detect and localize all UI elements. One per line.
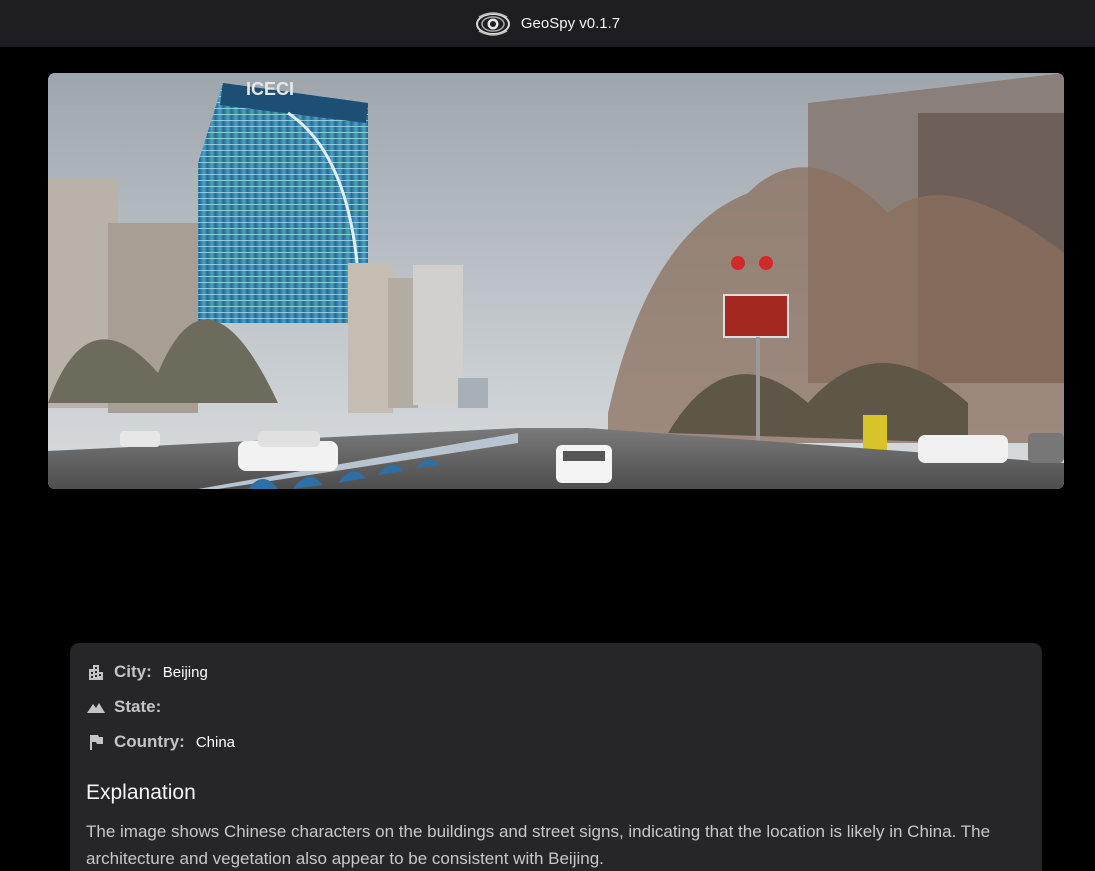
country-value: China bbox=[195, 733, 236, 751]
street-scene-image: ICECI bbox=[48, 73, 1064, 489]
country-label: Country: bbox=[114, 732, 185, 751]
city-value: Beijing bbox=[162, 663, 208, 681]
uploaded-photo[interactable]: ICECI bbox=[48, 73, 1064, 489]
building-sign-text: ICECI bbox=[246, 79, 294, 99]
explanation-title: Explanation bbox=[86, 781, 196, 804]
country-row: Country: China bbox=[86, 730, 235, 754]
app-title: GeoSpy v0.1.7 bbox=[520, 15, 621, 32]
flag-icon bbox=[86, 732, 106, 752]
city-label: City: bbox=[114, 662, 152, 681]
state-label: State: bbox=[114, 697, 162, 716]
terrain-icon bbox=[86, 697, 106, 717]
top-bar: GeoSpy v0.1.7 bbox=[0, 0, 1095, 47]
city-building-icon bbox=[86, 662, 106, 682]
city-row: City: Beijing bbox=[86, 660, 208, 684]
state-row: State: bbox=[86, 695, 172, 719]
eye-icon bbox=[475, 11, 510, 36]
explanation-text: The image shows Chinese characters on th… bbox=[86, 822, 991, 868]
result-card: City: Beijing State: Country: China Expl… bbox=[70, 643, 1042, 871]
